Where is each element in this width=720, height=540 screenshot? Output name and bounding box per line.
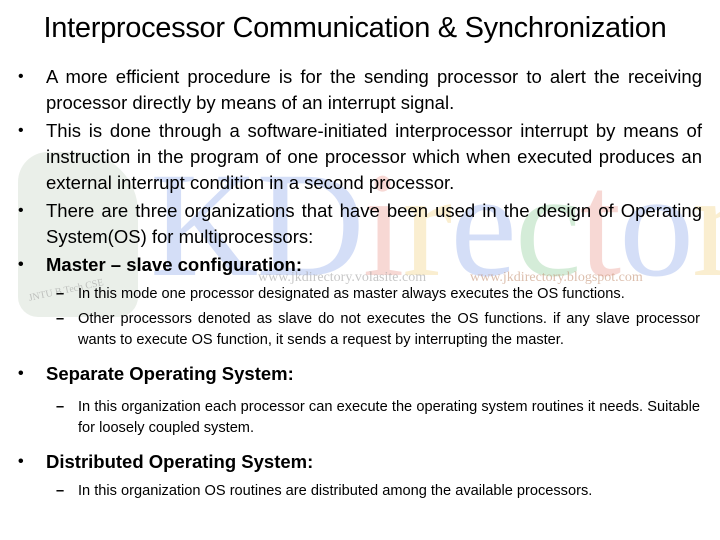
- slide-title: Interprocessor Communication & Synchroni…: [43, 12, 667, 44]
- bullet-efficient-procedure: A more efficient procedure is for the se…: [18, 64, 702, 116]
- sub-bullet-separate-os: In this organization each processor can …: [56, 397, 700, 439]
- bullet-software-interrupt: This is done through a software-initiate…: [18, 118, 702, 196]
- bullet-master-slave: Master – slave configuration:: [18, 252, 702, 278]
- slide-body: A more efficient procedure is for the se…: [0, 64, 720, 502]
- sub-bullet-slave-processors: Other processors denoted as slave do not…: [56, 309, 700, 351]
- bullet-distributed-os: Distributed Operating System:: [18, 449, 702, 475]
- sub-bullet-master-mode: In this mode one processor designated as…: [56, 284, 700, 305]
- bullet-three-organizations: There are three organizations that have …: [18, 198, 702, 250]
- sub-bullet-distributed-os: In this organization OS routines are dis…: [56, 481, 700, 502]
- bullet-separate-os: Separate Operating System:: [18, 361, 702, 387]
